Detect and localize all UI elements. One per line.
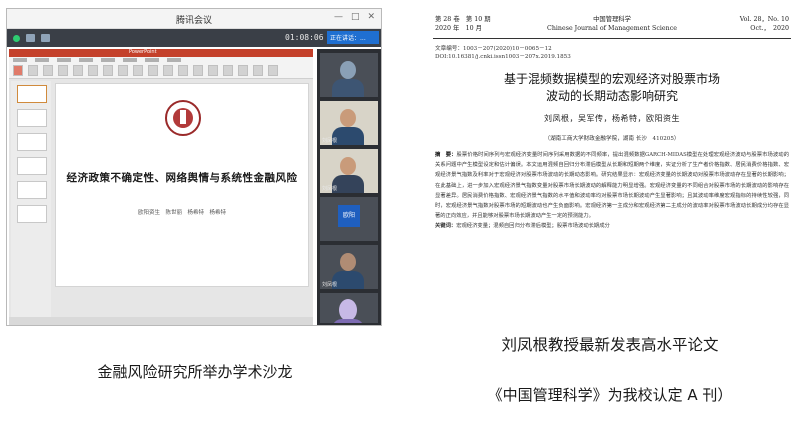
participant-tile[interactable]: 刘凤根 (320, 149, 378, 193)
ribbon-tab[interactable] (123, 58, 137, 62)
maximize-icon[interactable]: □ (351, 12, 360, 22)
ribbon-tab[interactable] (145, 58, 159, 62)
caption-right-subline: 《中国管理科学》为我校认定 A 刊） (487, 386, 733, 404)
university-emblem-icon (165, 100, 201, 136)
caption-left: 金融风险研究所举办学术沙龙 (97, 363, 293, 381)
ribbon-tab[interactable] (101, 58, 115, 62)
shared-screen-powerpoint: PowerPoint 经济政策不确定性、网络舆情与系统性金融风险 欧阳资生 陈世… (9, 49, 313, 325)
article-affiliation: （湖南工商大学财政金融学院，湖南 长沙 410205） (544, 136, 680, 142)
journal-volume-en: Vol. 28，No. 10 (739, 16, 789, 23)
ppt-title-bar: PowerPoint (9, 49, 313, 57)
slide-thumbnail[interactable] (17, 181, 47, 199)
ribbon-tool[interactable] (178, 65, 188, 76)
ribbon-tool[interactable] (13, 65, 23, 76)
ribbon-tool[interactable] (223, 65, 233, 76)
ribbon-tab[interactable] (13, 58, 27, 62)
journal-page: 第 28 卷 第 10 期 2020 年 10 月 中国管理科学 Chinese… (433, 13, 791, 283)
slide-thumbnail[interactable] (17, 109, 47, 127)
signal-icon (41, 34, 50, 42)
participant-tile[interactable]: 刘凤根 (320, 101, 378, 145)
speaker-indicator: 正在讲话：... (327, 31, 379, 44)
ribbon-tool[interactable] (58, 65, 68, 76)
slide-thumbnail[interactable] (17, 157, 47, 175)
article-authors: 刘凤根，吴军传，杨希特，欧阳资生 (544, 114, 680, 123)
participant-avatar-badge: 欧阳 (338, 205, 360, 227)
ribbon-tool[interactable] (238, 65, 248, 76)
ribbon-tool[interactable] (148, 65, 158, 76)
ppt-status-bar (9, 317, 313, 325)
meeting-title-bar: 腾讯会议 — □ ✕ (7, 9, 381, 29)
participant-name: 刘凤根 (322, 282, 338, 288)
ribbon-tab[interactable] (79, 58, 93, 62)
ribbon-tool[interactable] (103, 65, 113, 76)
ribbon-tool[interactable] (163, 65, 173, 76)
ppt-ribbon (9, 57, 313, 79)
current-slide: 经济政策不确定性、网络舆情与系统性金融风险 欧阳资生 陈世丽 杨希特 杨希特 (55, 83, 309, 287)
participant-tile[interactable]: 欧阳 (320, 197, 378, 241)
ppt-title: PowerPoint (129, 49, 157, 55)
meeting-toolbar: 01:08:06 正在讲话：... (7, 29, 381, 47)
ribbon-tab[interactable] (35, 58, 49, 62)
ribbon-tool[interactable] (73, 65, 83, 76)
ribbon-tool[interactable] (268, 65, 278, 76)
ribbon-tool[interactable] (118, 65, 128, 76)
article-title: 基于混频数据模型的宏观经济对股票市场 波动的长期动态影响研究 (503, 72, 720, 103)
journal-date-en: Oct.， 2020 (750, 25, 789, 32)
participant-gallery: 刘凤根 刘凤根 欧阳 刘凤根 (317, 49, 381, 325)
ribbon-tool[interactable] (208, 65, 218, 76)
participant-tile[interactable] (320, 293, 378, 323)
article-doi: DOI:10.16381/j.cnki.issn1003－207x.2019.1… (435, 54, 571, 60)
journal-header: 第 28 卷 第 10 期 2020 年 10 月 中国管理科学 Chinese… (433, 13, 791, 39)
article-number: 文章编号：1003－207(2020)10－0065－12 (435, 46, 552, 52)
journal-name-cn: 中国管理科学 (593, 16, 631, 23)
slide-thumbnail[interactable] (17, 85, 47, 103)
participant-name: 刘凤根 (322, 186, 338, 192)
ribbon-tool[interactable] (43, 65, 53, 76)
slide-title: 经济政策不确定性、网络舆情与系统性金融风险 (66, 172, 298, 184)
minimize-icon[interactable]: — (334, 12, 343, 22)
article-keywords: 关键词：宏观经济变量；混频自回归分布滞后模型；股票市场波动长期成分 (435, 223, 610, 230)
ribbon-tab[interactable] (57, 58, 71, 62)
ribbon-tool[interactable] (253, 65, 263, 76)
ribbon-tab[interactable] (167, 58, 181, 62)
participant-name: 刘凤根 (322, 138, 338, 144)
close-icon[interactable]: ✕ (367, 12, 375, 22)
journal-name-en: Chinese Journal of Management Science (547, 25, 677, 32)
network-status-icon (13, 34, 20, 42)
participant-tile[interactable] (320, 53, 378, 97)
meeting-window-title: 腾讯会议 (175, 16, 212, 26)
slide-authors: 欧阳资生 陈世丽 杨希特 杨希特 (137, 210, 226, 216)
ribbon-tool[interactable] (88, 65, 98, 76)
meeting-window: 腾讯会议 — □ ✕ 01:08:06 正在讲话：... PowerPoint (6, 8, 382, 326)
info-icon[interactable] (26, 34, 35, 42)
slide-thumbnail[interactable] (17, 205, 47, 223)
slide-thumbnail[interactable] (17, 133, 47, 151)
participant-tile[interactable]: 刘凤根 (320, 245, 378, 289)
meeting-timer: 01:08:06 (285, 33, 324, 42)
ribbon-tool[interactable] (193, 65, 203, 76)
news-collage: 腾讯会议 — □ ✕ 01:08:06 正在讲话：... PowerPoint (0, 0, 800, 434)
ribbon-tool[interactable] (28, 65, 38, 76)
caption-right-headline: 刘凤根教授最新发表高水平论文 (501, 336, 719, 354)
slide-thumbnail-pane (11, 81, 51, 321)
article-abstract: 摘 要：股票价格时间序列与宏观经济变量时间序列采用数据的不同频率，提出混频数据G… (435, 152, 789, 220)
ribbon-tool[interactable] (133, 65, 143, 76)
